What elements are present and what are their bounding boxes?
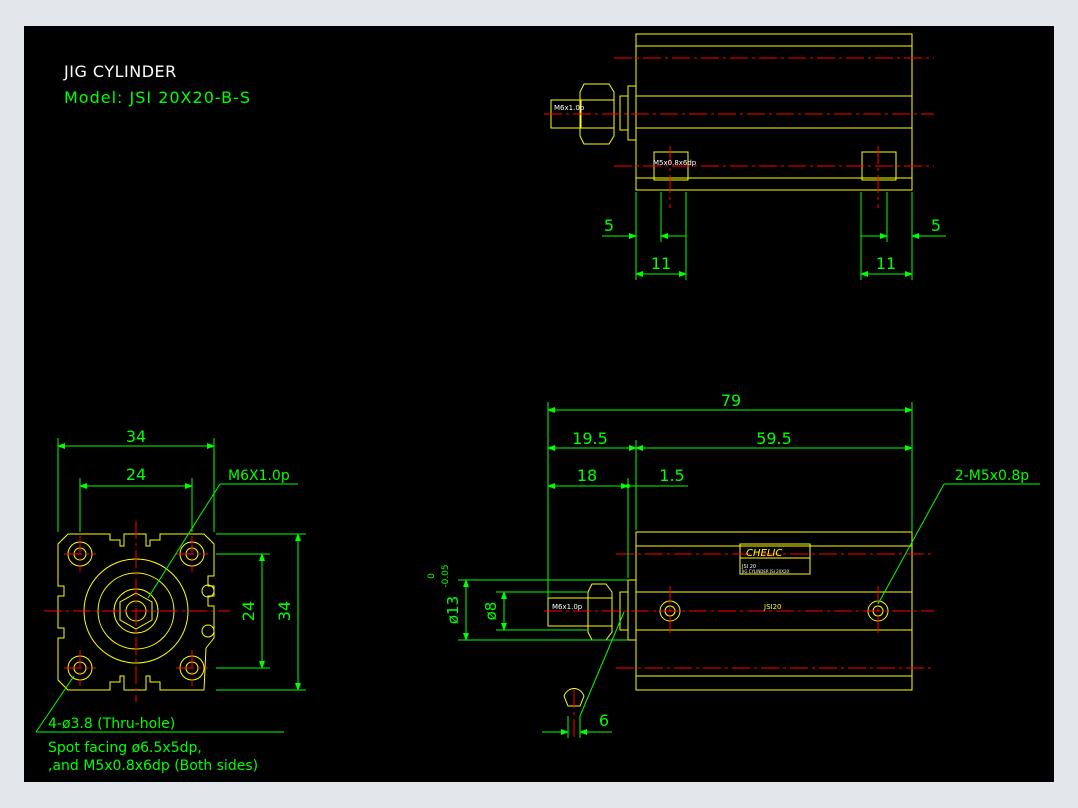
top-thread-label: M6x1.0p bbox=[554, 104, 585, 112]
dim-junction-dot bbox=[626, 484, 630, 488]
drawing-canvas: JIG CYLINDER Model: JSI 20X20-B-S M6x1.0… bbox=[24, 26, 1054, 782]
dim-side-rod-thread: 18 bbox=[577, 466, 597, 485]
dim-top-left-width: 11 bbox=[651, 254, 671, 273]
dim-side-tol-lower: -0.05 bbox=[441, 564, 451, 587]
dim-top-right-offset: 5 bbox=[931, 216, 941, 235]
dim-side-tol-upper: 0 bbox=[427, 573, 437, 579]
dim-side-rod: 19.5 bbox=[572, 429, 608, 448]
dim-end-height-inner: 24 bbox=[239, 601, 258, 621]
end-spot-note-2: ,and M5x0.8x6dp (Both sides) bbox=[48, 758, 258, 774]
dim-side-gap: 1.5 bbox=[659, 466, 684, 485]
dim-top-left-offset: 5 bbox=[604, 216, 614, 235]
dim-side-body: 59.5 bbox=[756, 429, 792, 448]
dim-side-rod-dia: ø13 bbox=[444, 596, 462, 624]
side-view-body bbox=[547, 531, 913, 732]
side-model-text: JSI20 bbox=[763, 603, 781, 611]
dim-end-width-inner: 24 bbox=[126, 465, 146, 484]
side-brand-plate: CHELIC bbox=[746, 548, 782, 559]
side-view: M6x1.0p CHELIC JSI 20 JIG CYLINDER JSI 2… bbox=[427, 391, 1040, 738]
cad-drawing: M6x1.0p M5x0.8x6dp 5 11 5 11 34 24 24 34… bbox=[35, 33, 1040, 774]
side-thread-label: M6x1.0p bbox=[552, 603, 583, 611]
end-rod-thread-label: M6X1.0p bbox=[228, 468, 290, 484]
end-view: 34 24 24 34 M6X1.0p 4-ø3.8 (Thru-hole) S… bbox=[35, 427, 306, 774]
dim-side-wrench: 6 bbox=[599, 711, 609, 730]
dim-end-height-outer: 34 bbox=[275, 601, 294, 621]
end-hole-note: 4-ø3.8 (Thru-hole) bbox=[48, 716, 175, 732]
side-port-label: 2-M5x0.8p bbox=[955, 468, 1029, 484]
top-view-body bbox=[550, 33, 913, 191]
top-port-label: M5x0.8x6dp bbox=[653, 159, 697, 167]
dim-side-total: 79 bbox=[721, 391, 741, 410]
dim-top-right-width: 11 bbox=[876, 254, 896, 273]
dim-side-thread-dia: ø8 bbox=[482, 602, 500, 621]
end-spot-note-1: Spot facing ø6.5x5dp, bbox=[48, 740, 202, 756]
side-plate-line-2: JIG CYLINDER JSI 20X20 bbox=[741, 569, 790, 574]
top-view: M6x1.0p M5x0.8x6dp 5 11 5 11 bbox=[544, 33, 946, 280]
dim-end-width-outer: 34 bbox=[126, 427, 146, 446]
top-view-centerlines bbox=[544, 57, 934, 208]
